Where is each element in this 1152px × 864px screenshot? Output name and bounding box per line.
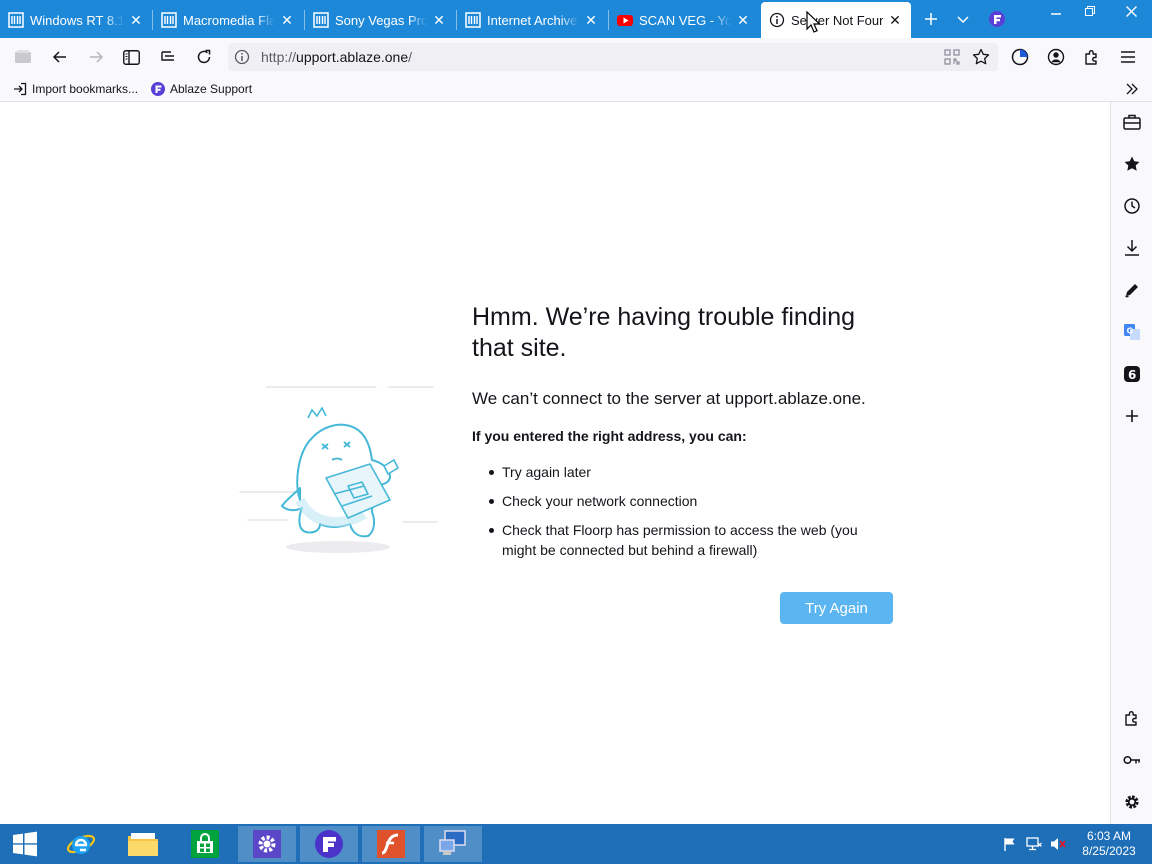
- tab-title: Server Not Found: [791, 12, 883, 28]
- page-content: Hmm. We’re having trouble finding that s…: [0, 102, 1110, 824]
- minimize-window-icon[interactable]: [1040, 0, 1072, 22]
- windows-store-icon[interactable]: [176, 826, 234, 862]
- floorp-sidebar: G 6: [1110, 102, 1152, 824]
- reload-icon[interactable]: [192, 45, 216, 69]
- workspaces-icon[interactable]: [11, 45, 35, 69]
- bookmark-star-icon[interactable]: [972, 48, 990, 66]
- sixth-app-icon[interactable]: 6: [1120, 362, 1144, 386]
- close-tab-icon[interactable]: ✕: [279, 12, 295, 28]
- info-icon: [769, 12, 785, 28]
- tab-youtube[interactable]: SCAN VEG - YouTu ✕: [609, 4, 759, 36]
- bookmarks-star-icon[interactable]: [1120, 152, 1144, 176]
- url-text[interactable]: http://upport.ablaze.one/: [261, 49, 412, 65]
- sidebar-extensions-icon[interactable]: [1120, 706, 1144, 730]
- close-tab-icon[interactable]: ✕: [431, 12, 447, 28]
- archive-icon: [313, 12, 329, 28]
- url-bar[interactable]: http://upport.ablaze.one/: [228, 43, 998, 71]
- bookmark-import[interactable]: Import bookmarks...: [12, 80, 138, 98]
- volume-muted-icon[interactable]: [1050, 836, 1066, 852]
- clock-time: 6:03 AM: [1086, 829, 1132, 843]
- control-panel-gear-icon[interactable]: [238, 826, 296, 862]
- bookmarks-overflow-chevron-icon[interactable]: [1124, 81, 1140, 97]
- account-icon[interactable]: [1044, 45, 1068, 69]
- windows-taskbar: 6:03 AM 8/25/2023: [0, 824, 1152, 864]
- tab-internet-archive[interactable]: Internet Archive: V ✕: [457, 4, 607, 36]
- floorp-icon: [150, 81, 166, 97]
- tab-macromedia-flash[interactable]: Macromedia Flash ✕: [153, 4, 303, 36]
- tab-server-not-found[interactable]: Server Not Found ✕: [761, 2, 911, 38]
- internet-explorer-icon[interactable]: [52, 826, 110, 862]
- mouse-cursor-icon: [806, 10, 821, 33]
- qr-code-icon[interactable]: [944, 49, 960, 65]
- bookmarks-toolbar: Import bookmarks... Ablaze Support: [0, 76, 1152, 102]
- bookmark-ablaze-support[interactable]: Ablaze Support: [150, 80, 252, 98]
- windows-start-icon[interactable]: [0, 826, 50, 862]
- floorp-taskbar-icon[interactable]: [300, 826, 358, 862]
- network-icon[interactable]: [1026, 836, 1042, 852]
- translate-icon[interactable]: G: [1120, 320, 1144, 344]
- list-all-tabs-chevron-icon[interactable]: [952, 8, 974, 30]
- error-dinosaur-illustration: [239, 386, 438, 553]
- url-suffix: /: [408, 49, 413, 65]
- close-tab-icon[interactable]: ✕: [735, 12, 751, 28]
- floorp-logo-icon[interactable]: [986, 8, 1008, 30]
- floorp-view-icon[interactable]: [1008, 45, 1032, 69]
- flash-app-icon[interactable]: [362, 826, 420, 862]
- close-tab-icon[interactable]: ✕: [583, 12, 599, 28]
- remote-desktop-icon[interactable]: [424, 826, 482, 862]
- site-info-icon[interactable]: [234, 49, 250, 65]
- error-subtitle: If you entered the right address, you ca…: [472, 428, 747, 444]
- suggestion-list: Try again later Check your network conne…: [488, 462, 888, 569]
- sidebar-toggle-icon[interactable]: [119, 45, 143, 69]
- extensions-puzzle-icon[interactable]: [1080, 45, 1104, 69]
- toolbox-icon[interactable]: [1120, 110, 1144, 134]
- action-center-flag-icon[interactable]: [1002, 836, 1018, 852]
- error-description: We can’t connect to the server at upport…: [472, 389, 866, 408]
- bookmark-label: Ablaze Support: [170, 82, 253, 96]
- system-clock[interactable]: 6:03 AM 8/25/2023: [1076, 829, 1142, 859]
- downloads-icon[interactable]: [1120, 236, 1144, 260]
- import-icon: [12, 81, 28, 97]
- tab-windows-rt[interactable]: Windows RT 8.1 C ✕: [0, 4, 152, 36]
- tab-title: Sony Vegas Pro In: [335, 12, 427, 28]
- bookmark-label: Import bookmarks...: [32, 82, 139, 96]
- tree-style-tabs-icon[interactable]: [156, 45, 180, 69]
- archive-icon: [161, 12, 177, 28]
- tab-title: Windows RT 8.1 C: [30, 12, 124, 28]
- svg-text:6: 6: [1128, 368, 1136, 382]
- new-tab-plus-icon[interactable]: [920, 8, 942, 30]
- try-again-button[interactable]: Try Again: [780, 592, 893, 624]
- svg-text:G: G: [1127, 327, 1134, 336]
- close-tab-icon[interactable]: ✕: [887, 12, 903, 28]
- close-window-icon[interactable]: [1110, 0, 1152, 22]
- restore-window-icon[interactable]: [1074, 0, 1106, 22]
- hamburger-menu-icon[interactable]: [1116, 45, 1140, 69]
- youtube-icon: [617, 12, 633, 28]
- history-clock-icon[interactable]: [1120, 194, 1144, 218]
- back-arrow-icon[interactable]: [48, 45, 72, 69]
- tab-title: Macromedia Flash: [183, 12, 275, 28]
- suggestion-item: Check your network connection: [488, 491, 888, 511]
- tab-strip: Windows RT 8.1 C ✕ Macromedia Flash ✕ So…: [0, 0, 1152, 38]
- close-tab-icon[interactable]: ✕: [128, 12, 144, 28]
- forward-arrow-icon[interactable]: [84, 45, 108, 69]
- file-explorer-icon[interactable]: [114, 826, 172, 862]
- navigation-toolbar: http://upport.ablaze.one/: [0, 38, 1152, 76]
- url-prefix: http://: [261, 49, 297, 65]
- url-host: upport.ablaze.one: [296, 49, 409, 65]
- tab-sony-vegas[interactable]: Sony Vegas Pro In ✕: [305, 4, 455, 36]
- tab-title: Internet Archive: V: [487, 12, 579, 28]
- archive-icon: [465, 12, 481, 28]
- clock-date: 8/25/2023: [1082, 844, 1136, 858]
- tab-title: SCAN VEG - YouTu: [639, 12, 731, 28]
- suggestion-item: Try again later: [488, 462, 888, 482]
- add-panel-plus-icon[interactable]: [1120, 404, 1144, 428]
- error-title: Hmm. We’re having trouble finding that s…: [472, 303, 856, 362]
- suggestion-item: Check that Floorp has permission to acce…: [488, 520, 888, 560]
- notes-pen-icon[interactable]: [1120, 278, 1144, 302]
- settings-gear-icon[interactable]: [1120, 790, 1144, 814]
- passwords-key-icon[interactable]: [1120, 748, 1144, 772]
- archive-icon: [8, 12, 24, 28]
